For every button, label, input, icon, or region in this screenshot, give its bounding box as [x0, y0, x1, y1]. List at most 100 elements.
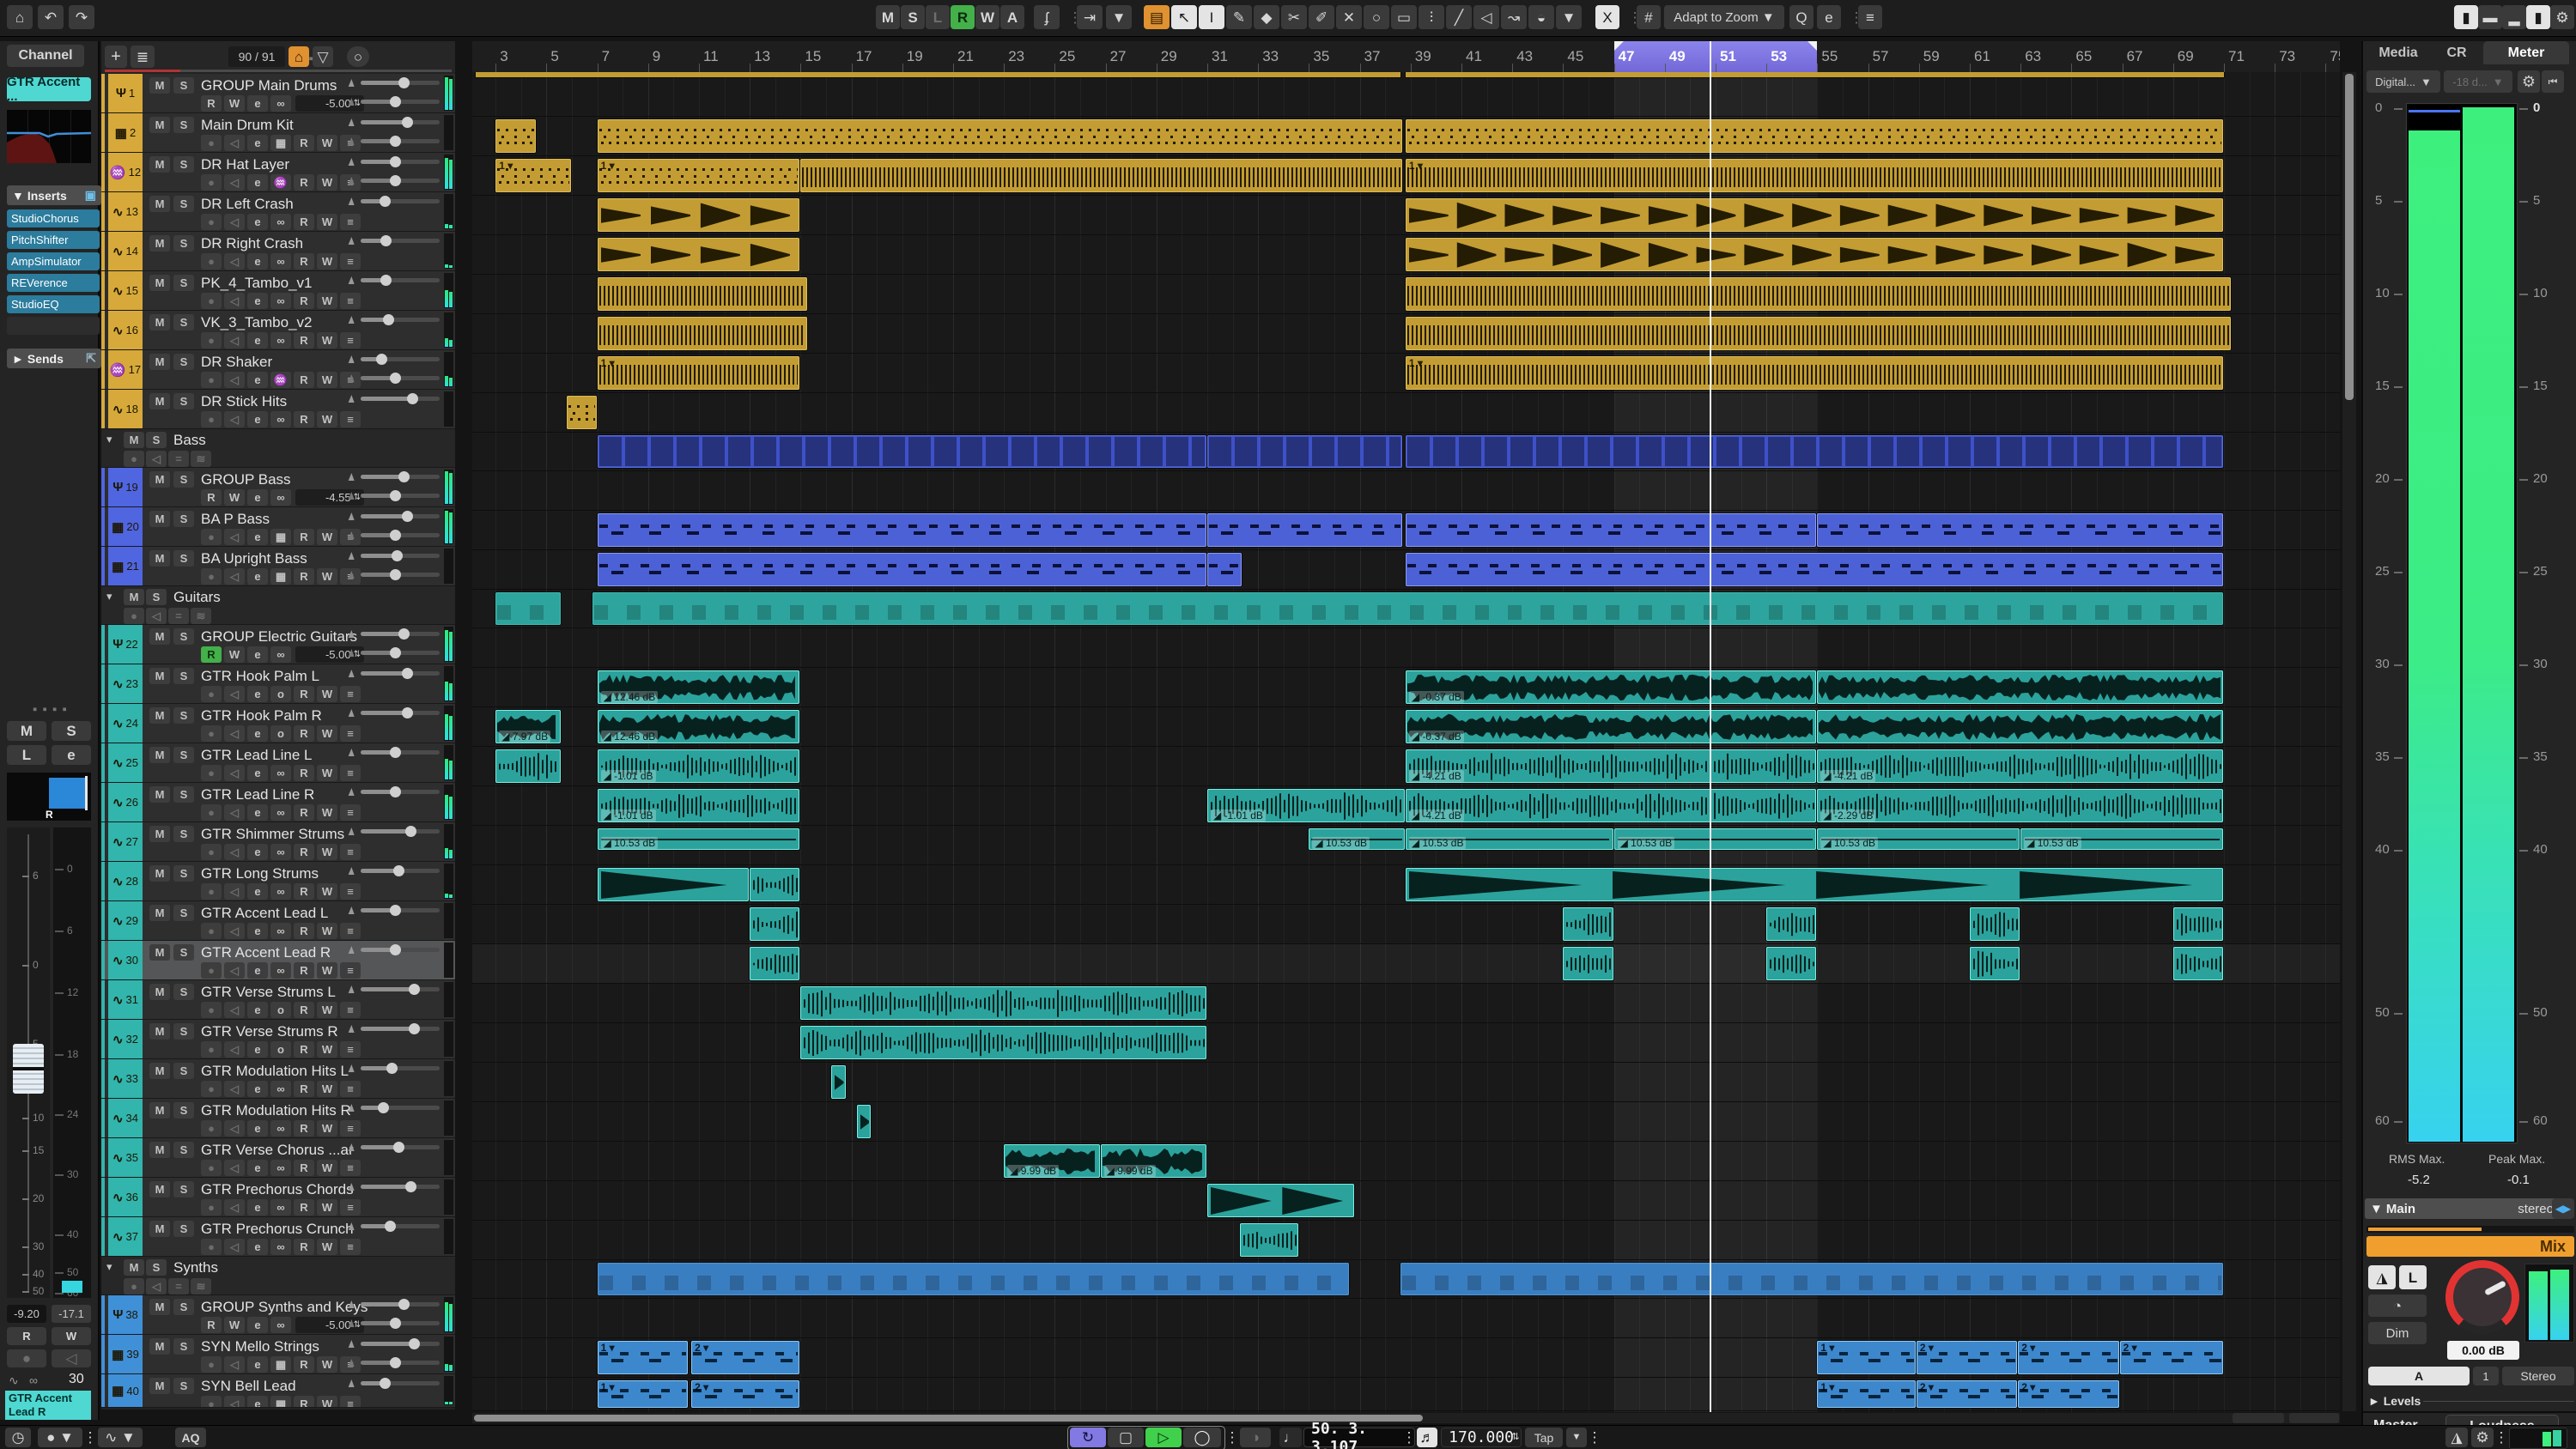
- fader-value[interactable]: -9.20: [7, 1305, 46, 1323]
- clip[interactable]: [2173, 947, 2223, 980]
- track-row-main-drum-kit[interactable]: ▦2MSMain Drum Kit●◁e▦RW≡: [101, 113, 455, 153]
- lane-dr-hat-layer[interactable]: 1 ▾1 ▾1 ▾: [472, 156, 2340, 196]
- edit-channel-button[interactable]: e: [52, 745, 91, 765]
- write-button[interactable]: W: [317, 1002, 337, 1018]
- track-row-gtr-long-strums[interactable]: ∿28MSGTR Long Strums●◁e∞RW≡: [101, 862, 455, 901]
- clip[interactable]: [1406, 238, 2223, 271]
- lane-gtr-prechorus-crunch[interactable]: [472, 1221, 2340, 1260]
- peak-max-value[interactable]: -0.1: [2507, 1173, 2530, 1187]
- lane-dr-right-crash[interactable]: [472, 235, 2340, 275]
- clip[interactable]: ◢ -1.01 dB: [598, 749, 800, 783]
- mute-button[interactable]: M: [149, 786, 170, 803]
- read-button[interactable]: R: [294, 923, 314, 939]
- read-button[interactable]: R: [294, 686, 314, 702]
- clip[interactable]: [567, 396, 597, 429]
- clip[interactable]: ◢ -4.21 dB: [1406, 749, 1817, 783]
- lanes-icon[interactable]: ≡: [340, 1396, 361, 1408]
- solo-button[interactable]: S: [173, 1102, 194, 1119]
- track-row-dr-left-crash[interactable]: ∿13MSDR Left Crash●◁e∞RW≡: [101, 192, 455, 232]
- main-volume-bar[interactable]: [2366, 1226, 2574, 1233]
- lanes-icon[interactable]: ≡: [340, 1239, 361, 1255]
- write-button[interactable]: W: [317, 174, 337, 191]
- color-tool[interactable]: ◒: [1528, 5, 1554, 29]
- add-track-button[interactable]: +: [105, 45, 127, 68]
- clip[interactable]: ◢ 7.97 dB: [495, 710, 561, 743]
- lane-gtr-hook-palm-r[interactable]: ◢ 7.97 dB◢ 12.46 dB◢ -0.37 dB: [472, 707, 2340, 747]
- monitor-button[interactable]: ◁: [224, 253, 245, 270]
- read-button[interactable]: R: [294, 1199, 314, 1216]
- read-button[interactable]: R: [7, 1327, 46, 1345]
- solo-button[interactable]: S: [173, 314, 194, 330]
- redo-button[interactable]: ↷: [69, 5, 94, 29]
- clip[interactable]: [831, 1065, 846, 1099]
- solo-button[interactable]: S: [173, 628, 194, 645]
- lane-pk-4-tambo-v1[interactable]: [472, 275, 2340, 314]
- clip[interactable]: ◢ 12.46 dB: [598, 710, 800, 743]
- stereo-icon[interactable]: ∞: [270, 95, 291, 112]
- time-format-icon[interactable]: ♩: [1279, 1428, 1302, 1447]
- solo-button[interactable]: S: [173, 707, 194, 724]
- track-row-gtr-prechorus-crunch[interactable]: ∿37MSGTR Prechorus Crunch●◁e∞RW≡: [101, 1217, 455, 1257]
- track-row-dr-stick-hits[interactable]: ∿18MSDR Stick Hits●◁e∞RW≡: [101, 390, 455, 429]
- lanes-icon[interactable]: ≡: [340, 962, 361, 979]
- channel-config-icon[interactable]: ∞: [270, 214, 291, 230]
- pan-slider[interactable]: [347, 372, 440, 384]
- write-button[interactable]: W: [317, 962, 337, 979]
- mute-button[interactable]: M: [149, 1023, 170, 1040]
- volume-slider[interactable]: [347, 1298, 440, 1310]
- time-warp-tool[interactable]: ⫶: [1419, 5, 1444, 29]
- folder-open-icon[interactable]: ▾: [106, 1260, 112, 1274]
- pan-slider[interactable]: [347, 568, 440, 580]
- channel-config-icon[interactable]: o: [270, 725, 291, 742]
- record-enable-button[interactable]: ●: [201, 332, 222, 349]
- volume-slider[interactable]: [347, 510, 440, 522]
- record-enable-button[interactable]: ●: [201, 1239, 222, 1255]
- suspend-automation-button[interactable]: A: [1000, 5, 1024, 29]
- record-enable-button[interactable]: ●: [124, 608, 144, 624]
- timeline-ruler[interactable]: 3579111315171921232527293133353739414345…: [472, 41, 2340, 73]
- read-button[interactable]: R: [201, 1317, 222, 1333]
- pan-knob[interactable]: [390, 1357, 401, 1368]
- mute-button[interactable]: M: [149, 1338, 170, 1355]
- tab-channel[interactable]: Channel: [7, 45, 84, 67]
- clip[interactable]: 2 ▾: [2120, 1341, 2223, 1374]
- track-row-vk-3-tambo-v2[interactable]: ∿16MSVK_3_Tambo_v2●◁e∞RW≡: [101, 311, 455, 350]
- clip[interactable]: [1817, 513, 2223, 547]
- track-row-gtr-shimmer-strums[interactable]: ∿27MSGTR Shimmer Strums●◁e∞RW≡: [101, 822, 455, 862]
- folder-track-bass[interactable]: ▾MSBass●◁=≋: [101, 429, 455, 468]
- mute-button[interactable]: M: [149, 826, 170, 842]
- clip[interactable]: [1766, 907, 1816, 941]
- mute-button[interactable]: M: [149, 668, 170, 684]
- read-button[interactable]: R: [294, 568, 314, 585]
- downmix-icon[interactable]: ◀▶: [2552, 1198, 2574, 1219]
- mute-button[interactable]: M: [149, 550, 170, 567]
- time-options-icon[interactable]: ⋮: [1405, 1428, 1413, 1447]
- read-button[interactable]: R: [294, 135, 314, 151]
- solo-button[interactable]: S: [173, 156, 194, 173]
- channel-config-icon[interactable]: ∞: [270, 844, 291, 860]
- mute-button[interactable]: M: [124, 589, 144, 605]
- left-zone-toggle[interactable]: ▮: [2454, 5, 2478, 29]
- record-enable-button[interactable]: ●: [201, 1199, 222, 1216]
- write-button[interactable]: W: [224, 489, 245, 506]
- monitor-button[interactable]: ◁: [224, 765, 245, 781]
- monitor-button[interactable]: ◁: [224, 529, 245, 545]
- volume-slider[interactable]: [347, 234, 440, 246]
- write-button[interactable]: W: [317, 844, 337, 860]
- volume-knob[interactable]: [402, 668, 413, 679]
- record-mode-dropdown[interactable]: ● ▼: [38, 1428, 82, 1447]
- track-row-gtr-verse-strums-l[interactable]: ∿31MSGTR Verse Strums L●◁eoRW≡: [101, 980, 455, 1020]
- volume-knob[interactable]: [393, 1142, 404, 1153]
- volume-slider[interactable]: [347, 1022, 440, 1034]
- record-enable-button[interactable]: ●: [201, 411, 222, 427]
- write-button[interactable]: W: [317, 332, 337, 349]
- record-enable-button[interactable]: ●: [201, 1160, 222, 1176]
- filter-tracks-icon[interactable]: ▽: [313, 46, 333, 67]
- clip[interactable]: [1563, 947, 1613, 980]
- edit-channel-button[interactable]: e: [247, 1396, 268, 1408]
- lane-dr-stick-hits[interactable]: [472, 393, 2340, 433]
- monitor-button[interactable]: ◁: [224, 844, 245, 860]
- filter-active-icon[interactable]: ⌂: [289, 46, 309, 67]
- volume-slider[interactable]: [347, 76, 440, 88]
- monitor-button[interactable]: ◁: [224, 1002, 245, 1018]
